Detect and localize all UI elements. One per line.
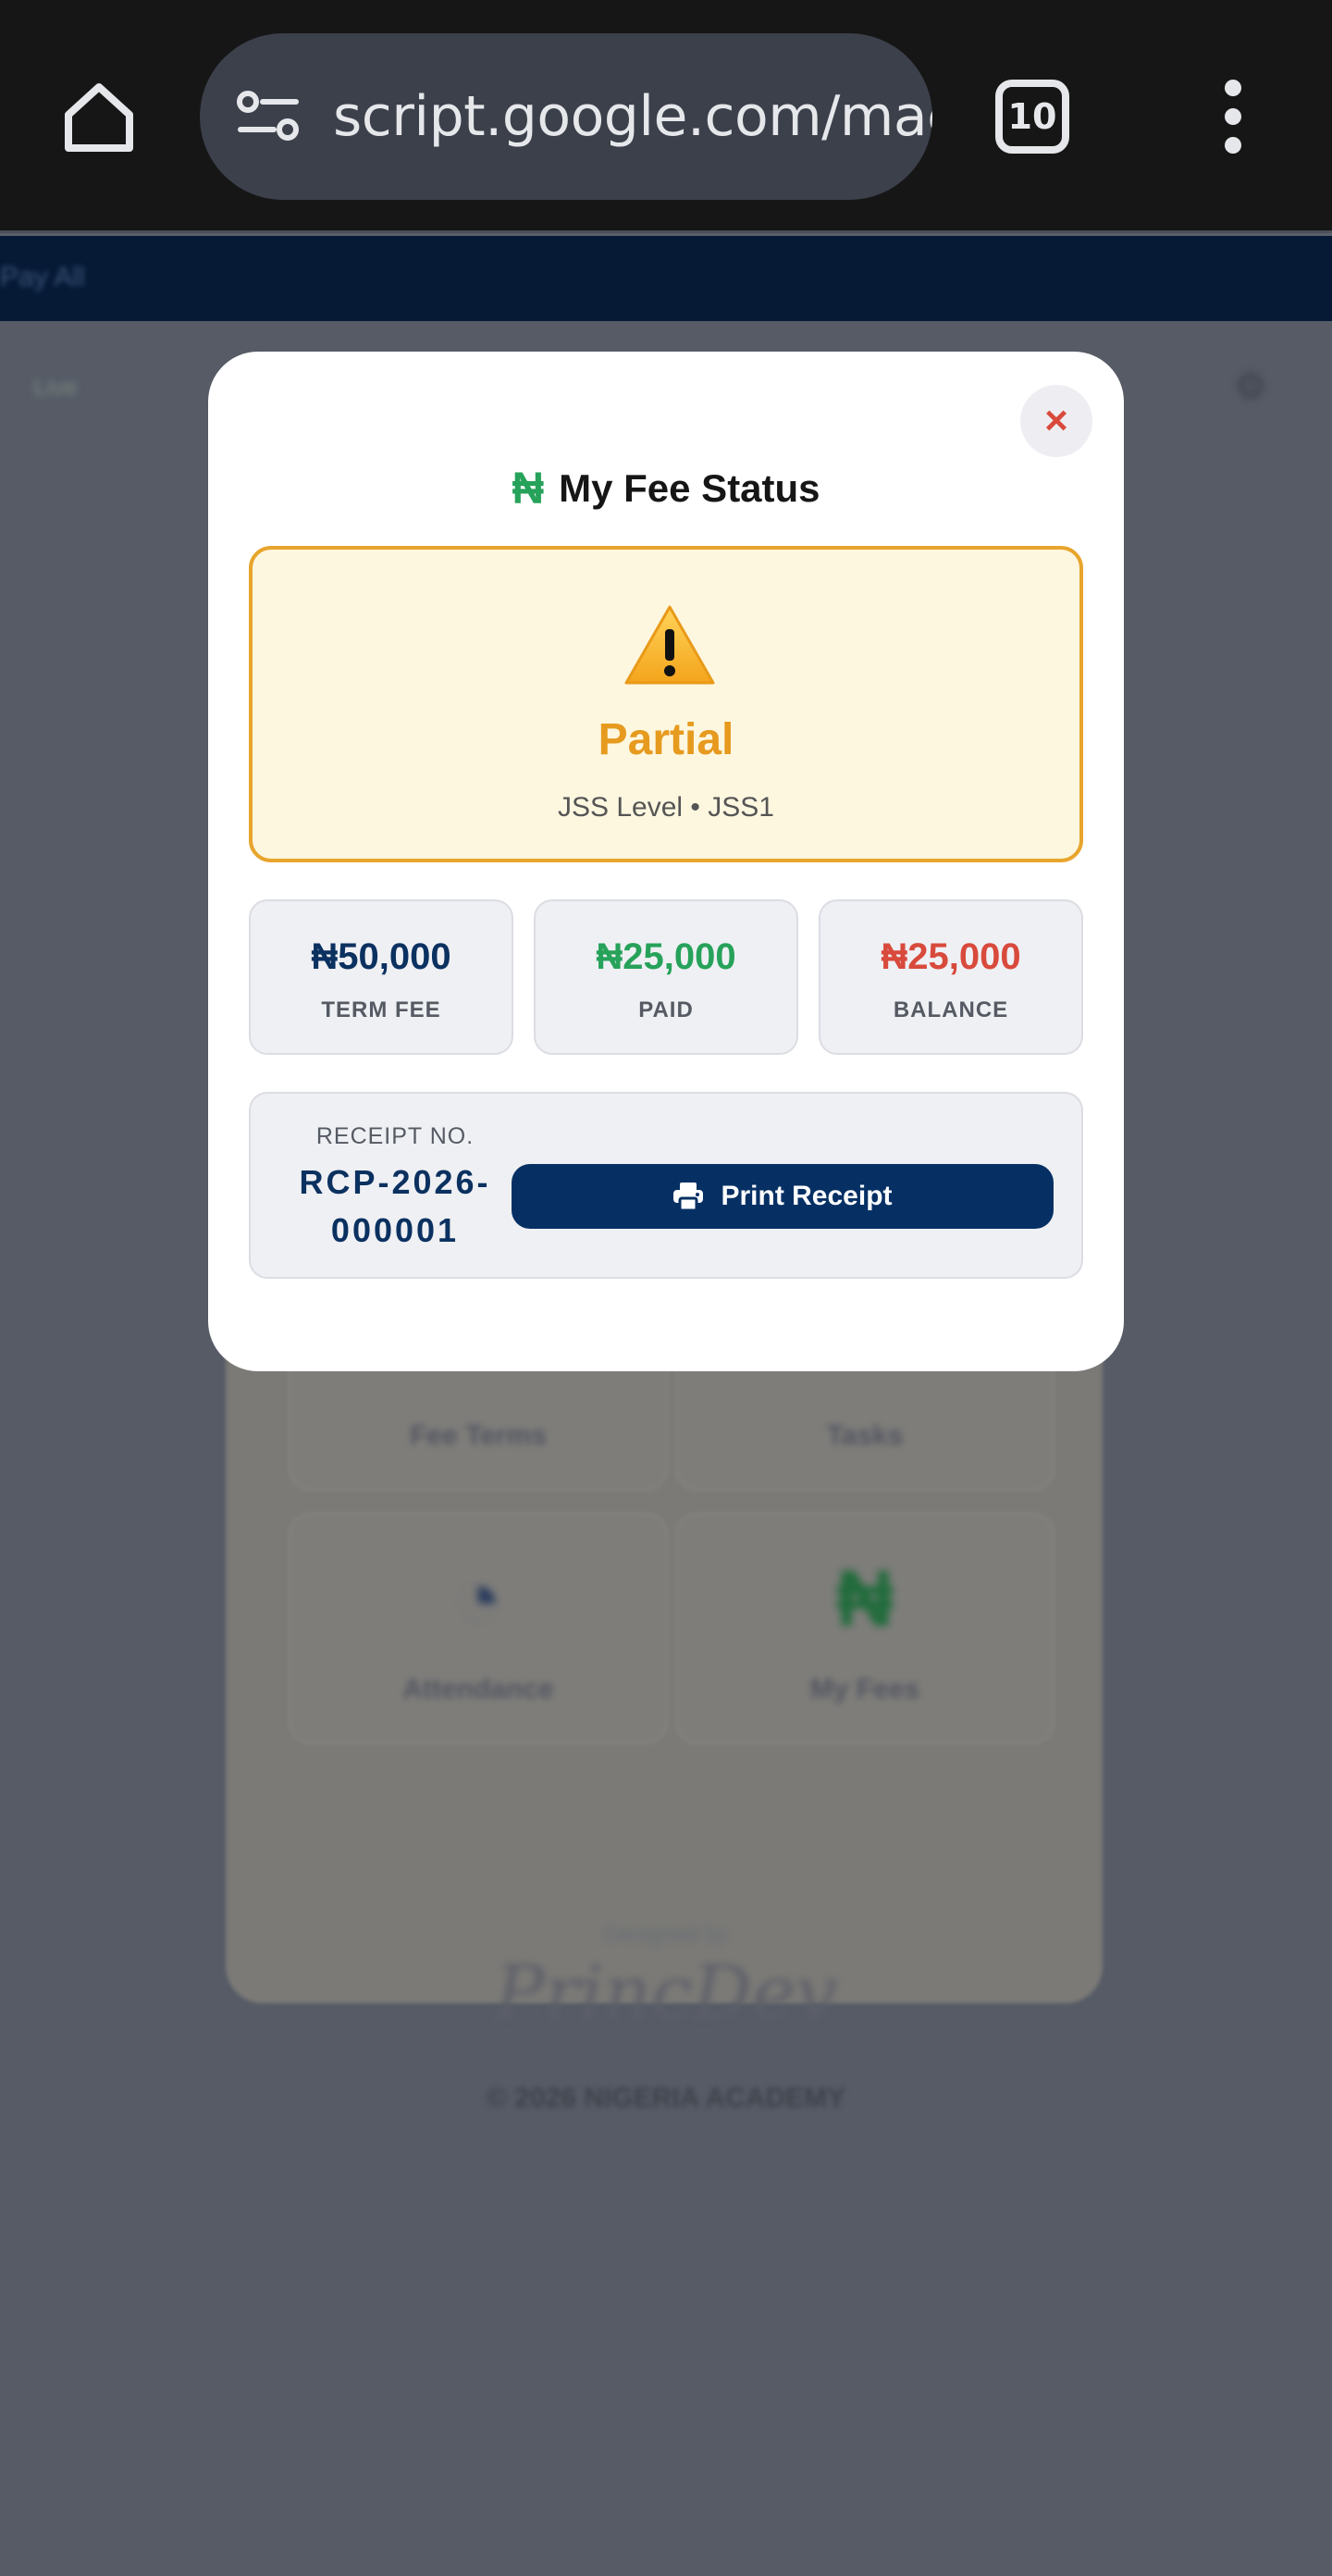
fee-status-modal: × ₦ My Fee Status Partial JSS Level • JS… [208,352,1124,1371]
pie-chart-icon: ◔ [454,1554,502,1643]
status-label: Partial [598,715,734,764]
warning-icon [624,605,715,685]
receipt-number: RCP-2026-000001 [299,1163,491,1249]
receipt-label: RECEIPT NO. [315,1123,475,1149]
stat-value: ₦25,000 [881,936,1021,977]
status-subtitle: JSS Level • JSS1 [558,792,774,823]
tile-label: Tasks [826,1420,904,1451]
print-receipt-button[interactable]: Print Receipt [512,1164,1054,1229]
site-settings-icon[interactable] [231,80,305,154]
tile-attendance: ◔ Attendance [289,1513,668,1744]
tile-label: My Fees [809,1674,920,1704]
naira-icon: ₦ [835,1554,894,1643]
address-bar[interactable]: script.google.com/macros [200,33,932,200]
receipt-panel: RECEIPT NO. RCP-2026-000001 Print Receip… [249,1092,1083,1279]
tab-switcher-button[interactable]: 10 [995,80,1069,154]
footer-signature: PrincDev [494,1950,838,2036]
close-icon: × [1044,398,1068,443]
tile-label: Fee Terms [410,1420,547,1451]
printer-icon [673,1183,704,1211]
footer-copyright: © 2026 NIGERIA ACADEMY [486,2083,846,2113]
background-topbar-text: Pay All [0,262,85,292]
settings-icon: ⚙ [1234,366,1267,407]
modal-title-text: My Fee Status [559,466,820,510]
browser-toolbar: script.google.com/macros 10 [0,0,1332,233]
url-text[interactable]: script.google.com/macros [333,84,932,149]
stat-value: ₦50,000 [311,936,451,977]
modal-title: ₦ My Fee Status [208,459,1124,518]
browser-menu-icon[interactable] [1212,80,1254,154]
status-card: Partial JSS Level • JSS1 [249,546,1083,862]
home-button[interactable] [57,76,141,159]
print-receipt-label: Print Receipt [721,1181,893,1211]
naira-icon: ₦ [512,464,545,514]
stat-term-fee: ₦50,000 TERM FEE [249,899,513,1055]
stat-label: BALANCE [893,997,1009,1022]
background-topbar: Pay All [0,236,1332,321]
background-tag: Live [33,373,78,401]
background-menu-card: Fee Terms Tasks ◔ Attendance ₦ My Fees [226,1259,1103,2003]
home-icon [65,83,133,152]
footer-credit-label: Designed by [604,1922,728,1947]
tile-label: Attendance [402,1674,554,1704]
stat-value: ₦25,000 [596,936,736,977]
stat-balance: ₦25,000 BALANCE [819,899,1083,1055]
tile-my-fees: ₦ My Fees [675,1513,1054,1744]
stat-label: TERM FEE [321,997,441,1022]
stat-paid: ₦25,000 PAID [534,899,798,1055]
close-button[interactable]: × [1020,385,1092,457]
stat-label: PAID [638,997,694,1022]
